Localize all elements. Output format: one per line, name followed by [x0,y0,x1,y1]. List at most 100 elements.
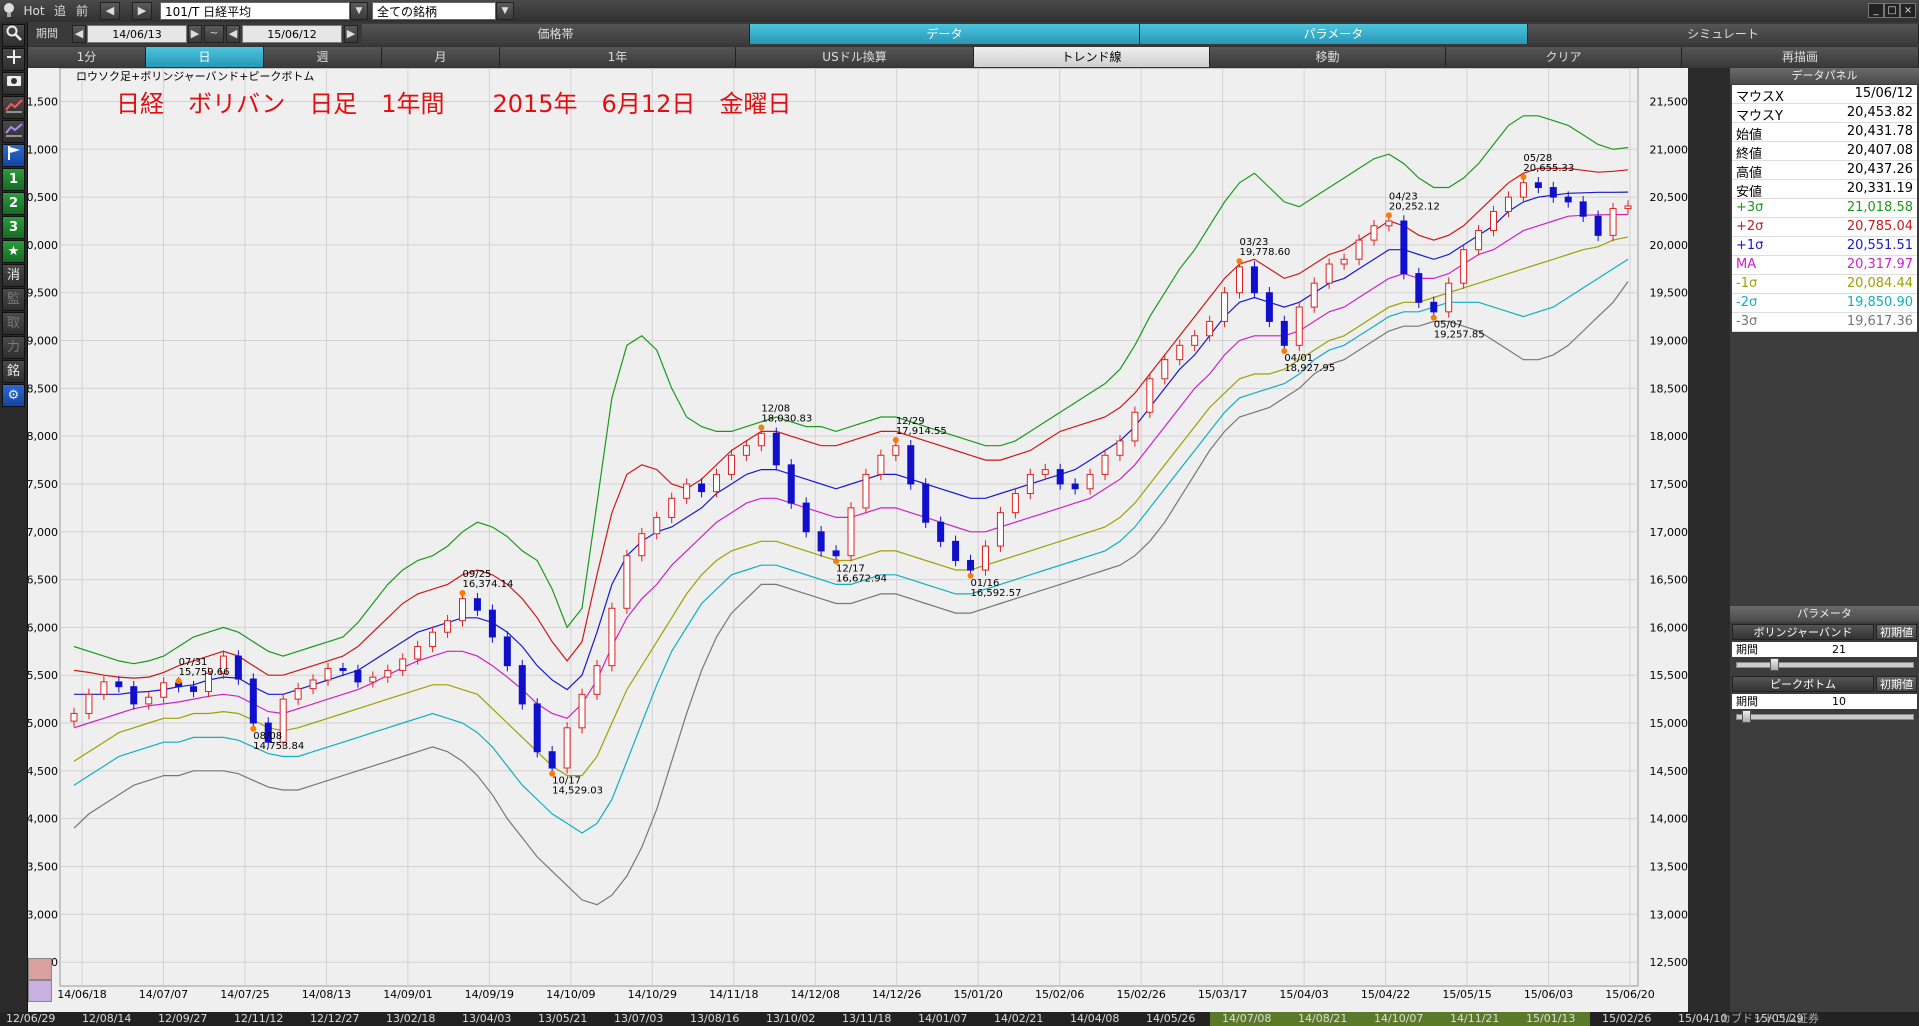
candle-body [727,454,735,475]
symbol-button[interactable]: 銘 [2,360,25,383]
input-button[interactable]: 力 [2,336,25,359]
tab-price-range[interactable]: 価格帯 [362,24,750,44]
preset-2-button[interactable]: 2 [2,192,25,215]
bb-reset-button[interactable]: 初期値 [1876,624,1917,640]
data-panel-row: +3σ 21,018.58 [1732,199,1917,218]
chart-line-icon[interactable] [2,96,25,119]
history-date-label: 14/11/21 [1450,1012,1500,1025]
y-tick-label-left: 15,000 [28,717,58,730]
y-tick-label-right: 15,500 [1650,669,1689,682]
y-tick-label-left: 19,000 [28,335,58,348]
gear-icon[interactable]: ⚙ [2,384,25,407]
y-tick-label-left: 21,000 [28,143,58,156]
history-date-bar[interactable]: 12/06/29 12/08/14 12/09/27 12/11/12 12/12/27… [0,1012,1919,1026]
interval-month[interactable]: 月 [382,47,500,67]
tab-simulate[interactable]: シミュレート [1528,24,1919,44]
pb-period-value[interactable]: 10 [1832,694,1846,709]
candle-body [1146,378,1154,413]
tsui-button[interactable]: 追 [52,2,68,20]
pb-slider-thumb[interactable] [1742,710,1751,723]
pb-period-slider[interactable] [1736,714,1914,720]
chevron-down-icon[interactable]: ▼ [496,2,514,20]
data-panel-value: 20,084.44 [1846,276,1913,291]
range-1year[interactable]: 1年 [500,47,736,67]
peak-bottom-marker [758,424,765,431]
chevron-down-icon[interactable]: ▼ [350,2,368,20]
interval-1min[interactable]: 1分 [28,47,146,67]
mini-indicator-icon[interactable] [28,980,52,1002]
chart-area[interactable]: 07/31 15,759.66 08/08 14,753.84 09/25 16,374.… [28,68,1688,1012]
to-date-field[interactable]: 15/06/12 [242,25,342,43]
candle-body [70,712,78,722]
data-panel-key: -2σ [1736,295,1758,310]
y-tick-label-right: 20,000 [1650,239,1689,252]
symbol-combo[interactable]: 101/T 日経平均 [160,2,350,20]
mini-chart-icon[interactable] [28,958,52,980]
tab-parameter[interactable]: パラメータ [1140,24,1528,44]
redraw-button[interactable]: 再描画 [1682,47,1919,67]
x-tick-label: 15/03/17 [1198,988,1247,1001]
move-button[interactable]: 移動 [1210,47,1446,67]
erase-button[interactable]: 消 [2,264,25,287]
pb-reset-button[interactable]: 初期値 [1876,676,1917,692]
data-panel-key: +2σ [1736,219,1764,234]
mae-button[interactable]: 前 [74,2,90,20]
star-icon[interactable]: ★ [2,240,25,263]
data-panel-row: 始値 20,431.78 [1732,123,1917,143]
clear-button[interactable]: クリア [1446,47,1682,67]
usd-conversion-button[interactable]: USドル換算 [736,47,974,67]
data-panel-row: -2σ 19,850.90 [1732,294,1917,313]
from-next-button[interactable]: ▶ [188,25,202,43]
x-tick-label: 15/06/20 [1605,988,1654,1001]
history-date-label: 15/01/13 [1526,1012,1576,1025]
data-panel-row: +2σ 20,785.04 [1732,218,1917,237]
peak-bottom-marker [1385,212,1392,219]
candle-body [787,464,795,504]
candle-body [339,668,347,671]
bollinger-chart[interactable]: 07/3115,759.6608/0814,753.8409/2516,374.… [28,68,1688,1012]
indicator-icon[interactable] [2,120,25,143]
camera-icon[interactable] [2,72,25,95]
interval-week[interactable]: 週 [264,47,382,67]
bb-period-value[interactable]: 21 [1832,642,1846,657]
history-date-label: 14/10/07 [1374,1012,1424,1025]
hot-button[interactable]: Hot [22,2,46,20]
to-next-button[interactable]: ▶ [344,25,358,43]
annotation-value: 16,592.57 [971,588,1022,599]
crosshair-icon[interactable] [2,48,25,71]
candle-body [1056,469,1064,485]
magnifier-icon[interactable] [2,24,25,47]
trendline-button[interactable]: トレンド線 [974,47,1210,67]
tab-data[interactable]: データ [750,24,1140,44]
y-tick-label-right: 21,500 [1650,95,1689,108]
filter-combo[interactable]: 全ての銘柄 [372,2,496,20]
pb-period-label: 期間 [1736,695,1758,708]
lightbulb-icon[interactable] [2,2,16,20]
preset-3-button[interactable]: 3 [2,216,25,239]
close-icon[interactable]: × [1900,3,1916,18]
bb-period-slider[interactable] [1736,662,1914,668]
candle-body [1534,182,1542,189]
from-prev-button[interactable]: ◀ [72,25,86,43]
watch-button[interactable]: 監 [2,288,25,311]
data-panel-row: -1σ 20,084.44 [1732,275,1917,294]
candle-body [369,676,377,683]
bb-slider-thumb[interactable] [1770,658,1779,671]
maximize-icon[interactable]: □ [1884,3,1900,18]
interval-day[interactable]: 日 [146,47,264,67]
x-tick-label: 14/07/07 [139,988,188,1001]
next-symbol-button[interactable]: ▶ [132,2,152,20]
preset-1-button[interactable]: 1 [2,168,25,191]
candle-body [429,631,437,648]
minimize-icon[interactable]: _ [1868,3,1884,18]
y-tick-label-left: 20,000 [28,239,58,252]
history-date-label: 14/05/26 [1146,1012,1196,1025]
flag-icon[interactable] [2,144,25,167]
y-tick-label-left: 21,500 [28,95,58,108]
trade-button[interactable]: 取 [2,312,25,335]
parameter-panel-title: パラメータ [1730,606,1919,622]
prev-symbol-button[interactable]: ◀ [100,2,120,20]
to-prev-button[interactable]: ◀ [226,25,240,43]
from-date-field[interactable]: 14/06/13 [87,25,187,43]
data-panel-value: 15/06/12 [1854,86,1913,101]
